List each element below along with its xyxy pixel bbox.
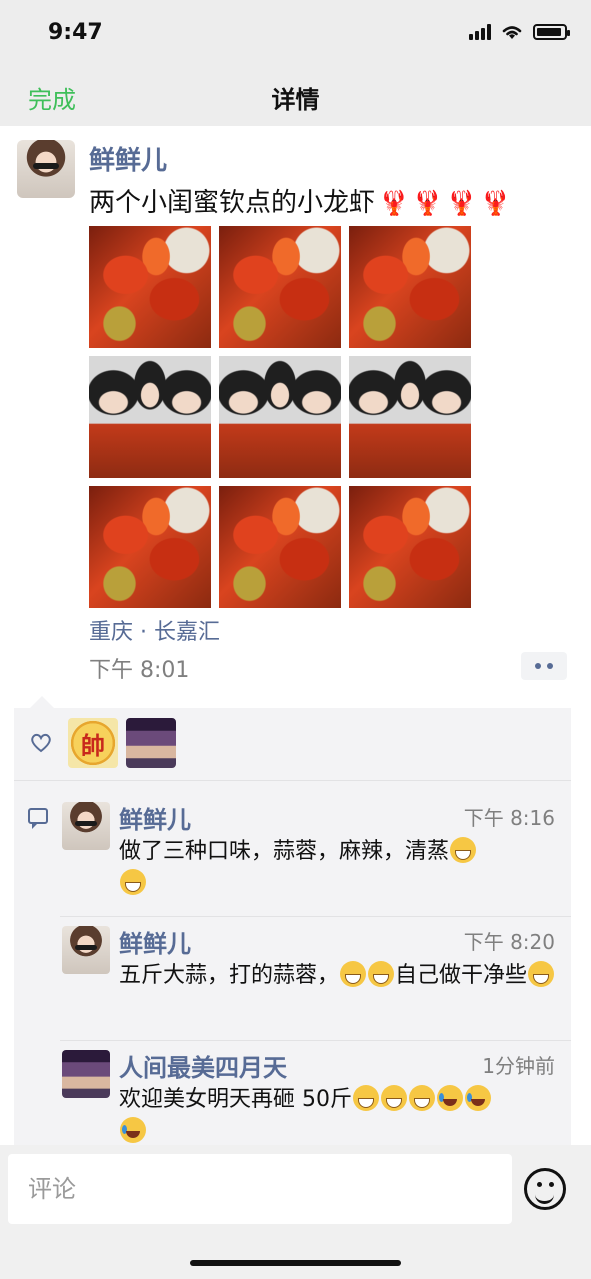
- comment-text-body: 欢迎美女明天再砸 50斤: [119, 1087, 352, 1112]
- laugh-cry-emoji-icon: [437, 1085, 463, 1111]
- page-title: 详情: [271, 86, 320, 114]
- laugh-cry-emoji-icon: [465, 1085, 491, 1111]
- home-indicator[interactable]: [190, 1260, 401, 1266]
- comment-text: 五斤大蒜，打的蒜蓉， 自己做干净些: [119, 960, 559, 992]
- post-photo[interactable]: [89, 356, 211, 478]
- comment-input[interactable]: [8, 1154, 512, 1224]
- comment-text: 欢迎美女明天再砸 50斤: [119, 1084, 559, 1148]
- more-actions-button[interactable]: [521, 652, 567, 680]
- post-photo[interactable]: [89, 486, 211, 608]
- comment-text: 做了三种口味，蒜蓉，麻辣，清蒸: [119, 836, 559, 900]
- comment-time: 下午 8:20: [463, 930, 555, 954]
- comment-avatar[interactable]: [62, 802, 110, 850]
- laugh-cry-emoji-icon: [120, 1117, 146, 1143]
- grin-emoji-icon: [340, 961, 367, 987]
- emoji-button-icon[interactable]: [524, 1168, 566, 1210]
- post-author-avatar[interactable]: [17, 140, 75, 198]
- post-photo[interactable]: [89, 226, 211, 348]
- grin-emoji-icon: [381, 1085, 407, 1111]
- post-location[interactable]: 重庆 · 长嘉汇: [89, 614, 220, 646]
- lobster-emoji-icon: 🦞: [446, 189, 477, 217]
- top-bar: 9:47 完成 详情: [0, 0, 591, 126]
- comment-divider: [60, 916, 571, 917]
- status-time: 9:47: [48, 20, 103, 45]
- comment-divider: [60, 1040, 571, 1041]
- like-avatar[interactable]: 帥: [68, 718, 118, 768]
- wifi-icon: [502, 26, 522, 39]
- post-photo[interactable]: [219, 226, 341, 348]
- comment-icon: [28, 808, 48, 829]
- post-text-body: 两个小闺蜜钦点的小龙虾: [89, 188, 376, 218]
- like-avatar[interactable]: [126, 718, 176, 768]
- comment-avatar[interactable]: [62, 1050, 110, 1098]
- grin-emoji-icon: [409, 1085, 435, 1111]
- grin-emoji-icon: [368, 961, 395, 987]
- comment-avatar[interactable]: [62, 926, 110, 974]
- post-photo[interactable]: [219, 486, 341, 608]
- comment-text-part: 五斤大蒜，打的蒜蓉，: [119, 963, 340, 988]
- post-photo[interactable]: [349, 356, 471, 478]
- post-text: 两个小闺蜜钦点的小龙虾 🦞 🦞 🦞 🦞: [89, 182, 511, 219]
- lobster-emoji-icon: 🦞: [412, 189, 443, 217]
- grin-emoji-icon: [353, 1085, 379, 1111]
- grin-emoji-icon: [528, 961, 555, 987]
- lobster-emoji-icon: 🦞: [379, 189, 409, 217]
- battery-icon: [533, 24, 570, 40]
- likes-divider: [14, 780, 571, 781]
- grin-emoji-icon: [450, 837, 477, 863]
- post-photo[interactable]: [219, 356, 341, 478]
- signal-icon: [469, 24, 491, 40]
- post-photo[interactable]: [349, 486, 471, 608]
- panel-arrow: [30, 696, 54, 708]
- comment-author[interactable]: 人间最美四月天: [119, 1048, 287, 1083]
- post-photo[interactable]: [349, 226, 471, 348]
- post-time: 下午 8:01: [89, 658, 190, 683]
- lobster-emoji-icon: 🦞: [480, 189, 511, 217]
- comment-time: 1分钟前: [482, 1054, 555, 1078]
- comment-time: 下午 8:16: [463, 806, 555, 830]
- post-author-name[interactable]: 鲜鲜儿: [89, 140, 167, 177]
- comment-author[interactable]: 鲜鲜儿: [119, 800, 191, 835]
- status-icons: [469, 24, 570, 40]
- comment-text-part: 自己做干净些: [395, 963, 528, 988]
- comment-text-body: 做了三种口味，蒜蓉，麻辣，清蒸: [119, 839, 450, 864]
- comment-author[interactable]: 鲜鲜儿: [119, 924, 191, 959]
- grin-emoji-icon: [120, 869, 146, 895]
- heart-icon: [31, 733, 51, 753]
- photo-grid: [89, 226, 471, 608]
